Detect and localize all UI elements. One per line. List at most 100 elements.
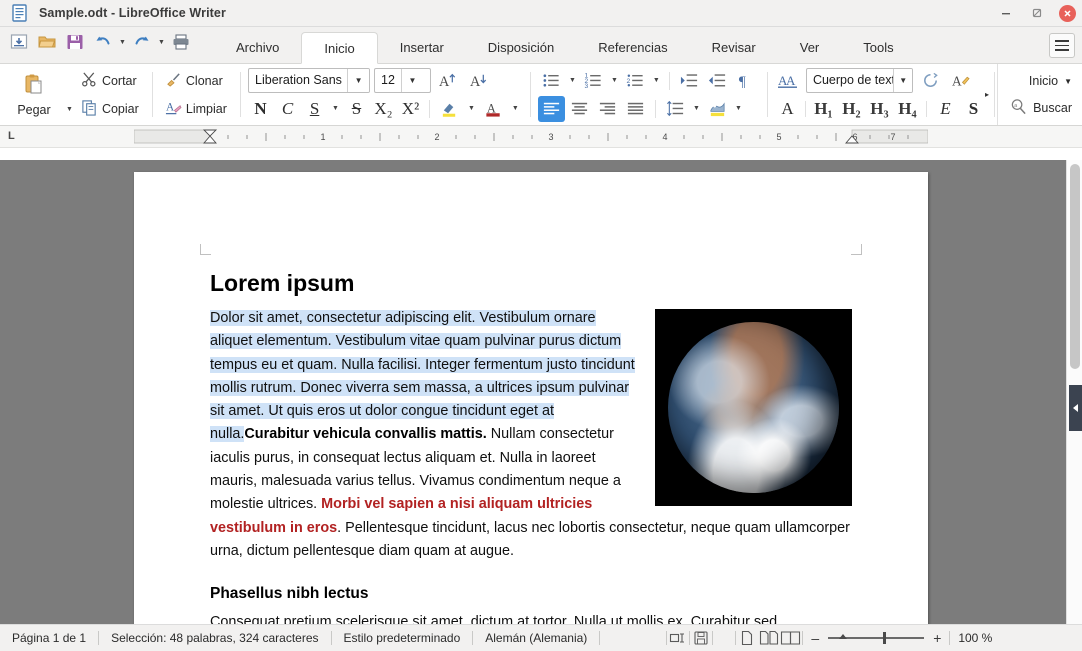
quick-access-toolbar: ▼ ▼ (0, 27, 200, 63)
undo-dropdown-caret[interactable]: ▼ (118, 29, 127, 55)
outline-list-dropdown-caret[interactable]: ▼ (650, 68, 663, 94)
clear-formatting-button[interactable]: A Limpiar (160, 96, 232, 122)
chevron-down-icon[interactable]: ▼ (347, 69, 370, 92)
outline-list-button[interactable]: 2 (622, 68, 649, 94)
sidebar-toggle-button[interactable] (1069, 385, 1082, 431)
superscript-button[interactable]: X² (398, 99, 423, 119)
overwrite-mode-icon[interactable] (667, 628, 689, 648)
minimize-button[interactable] (997, 5, 1014, 22)
underline-dropdown-caret[interactable]: ▼ (329, 96, 342, 122)
page-style-info[interactable]: Estilo predeterminado (332, 631, 473, 645)
scrollbar-thumb[interactable] (1070, 164, 1080, 369)
chevron-down-icon[interactable]: ▼ (893, 69, 912, 92)
numbered-list-button[interactable]: 1 2 3 (580, 68, 607, 94)
redo-dropdown-caret[interactable]: ▼ (157, 29, 166, 55)
paragraph-background-dropdown-caret[interactable]: ▼ (732, 96, 745, 122)
line-spacing-button[interactable] (662, 96, 689, 122)
align-left-button[interactable] (538, 95, 565, 122)
zoom-out-button[interactable]: – (809, 630, 821, 646)
copy-button[interactable]: Copiar (76, 96, 144, 122)
cut-button[interactable]: Cortar (76, 68, 142, 94)
document-canvas[interactable]: Lorem ipsum Dolor sit amet, consectetur … (0, 160, 1082, 624)
highlight-color-button[interactable] (436, 96, 463, 122)
tab-disposicion[interactable]: Disposición (466, 33, 576, 63)
underline-button[interactable]: S (302, 99, 327, 119)
open-icon[interactable] (34, 29, 60, 55)
zoom-level[interactable]: 100 % (950, 631, 1000, 645)
increase-font-size-button[interactable]: A (435, 68, 462, 94)
document-paragraph-2[interactable]: Consequat pretium scelerisque sit amet, … (210, 611, 852, 624)
zoom-handle[interactable] (883, 632, 887, 644)
close-button[interactable] (1059, 4, 1076, 22)
book-view-icon[interactable] (780, 628, 802, 648)
numbered-list-dropdown-caret[interactable]: ▼ (608, 68, 621, 94)
horizontal-ruler[interactable]: 123 456 7 (134, 129, 928, 145)
justify-button[interactable] (622, 96, 649, 122)
heading2-button[interactable]: H₂ (839, 99, 864, 119)
save-icon[interactable] (62, 29, 88, 55)
find-button[interactable]: a Buscar (1010, 95, 1072, 122)
language-info[interactable]: Alemán (Alemania) (473, 631, 599, 645)
tab-tools[interactable]: Tools (841, 33, 915, 63)
tab-inicio[interactable]: Inicio (301, 32, 378, 64)
zoom-track[interactable] (828, 632, 925, 644)
zoom-slider[interactable]: – + (803, 630, 949, 646)
selection-info[interactable]: Selección: 48 palabras, 324 caracteres (99, 631, 330, 645)
decrease-font-size-button[interactable]: A (466, 68, 493, 94)
new-from-template-icon[interactable] (6, 29, 32, 55)
document-page[interactable]: Lorem ipsum Dolor sit amet, consectetur … (134, 172, 928, 624)
align-center-button[interactable] (566, 96, 593, 122)
heading1-button[interactable]: H₁ (811, 99, 836, 119)
paragraph-style-combo[interactable]: Cuerpo de texto ▼ (805, 68, 913, 93)
redo-icon[interactable] (129, 29, 155, 55)
highlight-dropdown-caret[interactable]: ▼ (465, 96, 478, 122)
font-size-combo[interactable]: 12 ▼ (374, 68, 432, 93)
increase-indent-button[interactable] (676, 68, 703, 94)
earth-blue-marble-image[interactable] (655, 309, 852, 506)
single-page-view-icon[interactable] (736, 628, 758, 648)
emphasis-style-button[interactable]: E (933, 99, 958, 119)
paste-dropdown-caret[interactable]: ▼ (63, 99, 76, 125)
tab-archivo[interactable]: Archivo (214, 33, 301, 63)
font-color-dropdown-caret[interactable]: ▼ (509, 96, 522, 122)
zoom-in-button[interactable]: + (931, 630, 943, 646)
ribbon-overflow-button[interactable]: ▸ (978, 64, 996, 125)
formatting-marks-button[interactable]: ¶ (732, 68, 759, 94)
align-right-button[interactable] (594, 96, 621, 122)
bullet-list-button[interactable] (538, 68, 565, 94)
bullet-list-dropdown-caret[interactable]: ▼ (566, 68, 579, 94)
font-color-button[interactable]: A (480, 96, 507, 122)
tab-insertar[interactable]: Insertar (378, 33, 466, 63)
multi-page-view-icon[interactable] (758, 628, 780, 648)
default-style-button[interactable]: A (775, 99, 800, 119)
new-style-button[interactable]: A (948, 68, 975, 94)
page-info[interactable]: Página 1 de 1 (0, 631, 98, 645)
character-styles-button[interactable]: A A (775, 68, 802, 94)
tab-revisar[interactable]: Revisar (690, 33, 778, 63)
decrease-indent-button[interactable] (704, 68, 731, 94)
unsaved-changes-icon[interactable] (690, 628, 712, 648)
print-icon[interactable] (168, 29, 194, 55)
clone-formatting-button[interactable]: Clonar (160, 68, 228, 94)
font-name-combo[interactable]: Liberation Sans ▼ (248, 68, 371, 93)
heading3-button[interactable]: H₃ (867, 99, 892, 119)
bold-button[interactable]: N (248, 99, 273, 119)
italic-button[interactable]: C (275, 99, 300, 119)
maximize-button[interactable] (1028, 5, 1045, 22)
chevron-down-icon[interactable]: ▼ (1064, 77, 1072, 86)
paragraph-background-button[interactable] (704, 96, 731, 122)
document-content[interactable]: Lorem ipsum Dolor sit amet, consectetur … (210, 270, 852, 624)
ribbon-menu-button[interactable]: Inicio ▼ (1010, 68, 1072, 95)
tab-referencias[interactable]: Referencias (576, 33, 689, 63)
line-spacing-dropdown-caret[interactable]: ▼ (690, 96, 703, 122)
undo-icon[interactable] (90, 29, 116, 55)
tab-ver[interactable]: Ver (778, 33, 842, 63)
chevron-down-icon[interactable]: ▼ (400, 69, 423, 92)
update-style-button[interactable] (917, 68, 944, 94)
menu-hamburger-icon[interactable] (1049, 33, 1075, 58)
heading4-button[interactable]: H₄ (895, 99, 920, 119)
subscript-button[interactable]: X₂ (371, 99, 396, 119)
strikethrough-button[interactable]: S (344, 99, 369, 119)
paste-button[interactable]: Pegar (5, 64, 63, 125)
tab-stop-selector[interactable]: L (8, 130, 15, 142)
